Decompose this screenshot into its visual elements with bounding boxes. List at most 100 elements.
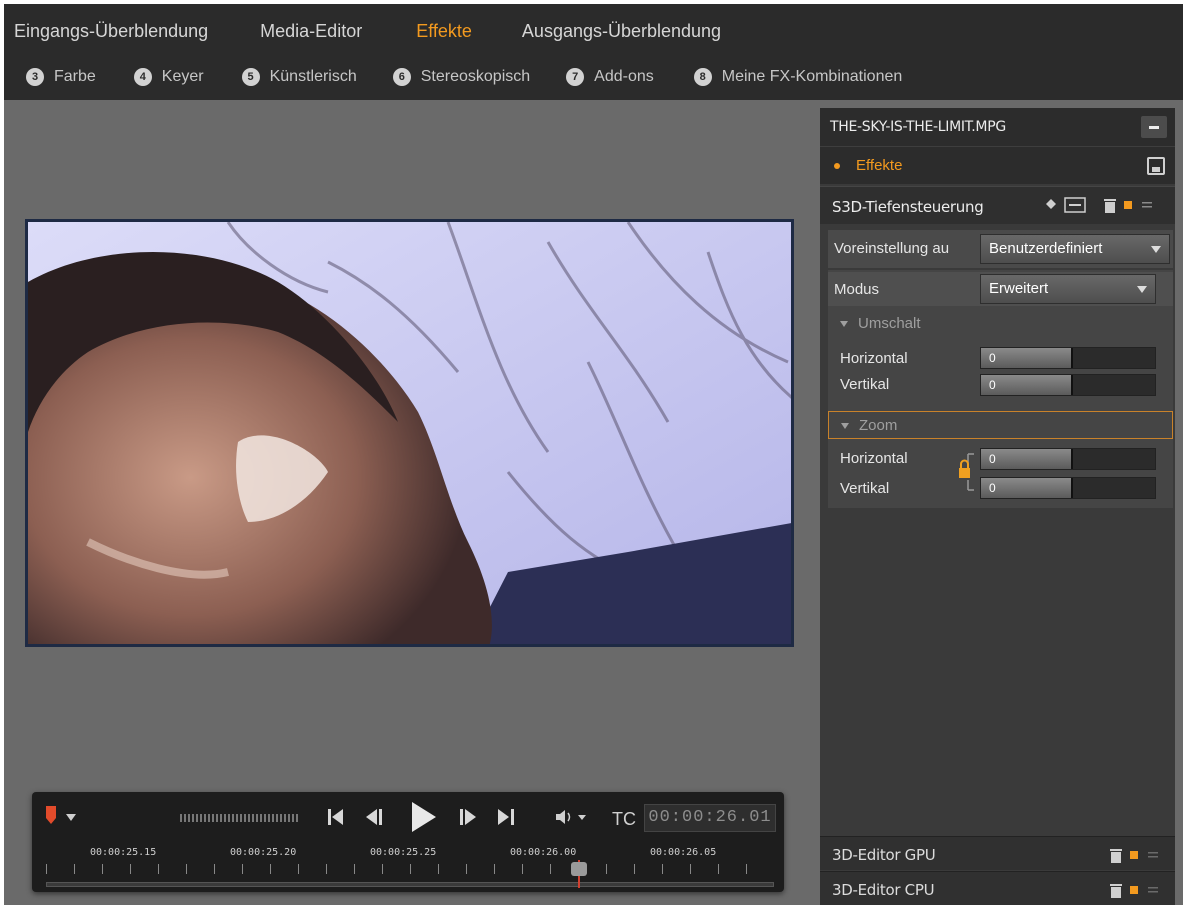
section-zoom[interactable]: Zoom xyxy=(828,411,1173,439)
timeline-label: 00:00:25.15 xyxy=(90,847,157,858)
trash-icon[interactable] xyxy=(1110,847,1122,863)
category-number: 7 xyxy=(566,68,585,86)
playhead-handle[interactable] xyxy=(571,862,587,876)
category-number: 5 xyxy=(241,68,260,86)
effects-label: Effekte xyxy=(856,157,903,174)
timecode-display[interactable]: 00:00:26.01 xyxy=(644,804,776,832)
timeline-label: 00:00:25.20 xyxy=(230,847,297,858)
slider-value: 0 xyxy=(989,481,996,495)
tab-eingangs-ueberblendung[interactable]: Eingangs-Überblendung xyxy=(4,18,236,44)
category-add-ons[interactable]: 7 Add-ons xyxy=(566,64,654,90)
effects-panel: THE-SKY-IS-THE-LIMIT.MPG Effekte S3D-Tie… xyxy=(820,108,1175,905)
zoom-horizontal-label: Horizontal xyxy=(840,450,908,467)
video-preview[interactable] xyxy=(25,219,794,647)
shuttle-control[interactable] xyxy=(180,814,300,822)
collapse-triangle-icon xyxy=(841,423,849,430)
slider-value: 0 xyxy=(989,351,996,365)
shift-vertical-slider[interactable]: 0 xyxy=(980,374,1156,396)
category-number: 6 xyxy=(392,68,411,86)
skip-start-icon[interactable] xyxy=(328,808,344,826)
category-label: Stereoskopisch xyxy=(420,68,531,85)
timeline-label: 00:00:26.00 xyxy=(510,847,577,858)
transport-bar: TC 00:00:26.01 00:00:25.15 00:00:25.20 0… xyxy=(32,792,784,892)
zoom-vertical-slider[interactable]: 0 xyxy=(980,477,1156,499)
mode-label: Modus xyxy=(834,281,880,298)
chevron-down-icon xyxy=(1137,286,1147,293)
volume-icon[interactable] xyxy=(556,809,588,825)
bullet-icon xyxy=(834,163,840,169)
app-window: Eingangs-Überblendung Media-Editor Effek… xyxy=(4,4,1183,905)
shift-horizontal-slider[interactable]: 0 xyxy=(980,347,1156,369)
category-label: Meine FX-Kombinationen xyxy=(721,68,903,85)
drag-handle-icon[interactable] xyxy=(1142,202,1152,208)
trash-icon[interactable] xyxy=(1104,197,1116,213)
skip-end-icon[interactable] xyxy=(498,808,514,826)
trash-icon[interactable] xyxy=(1110,882,1122,898)
marker-dropdown-icon[interactable] xyxy=(66,814,76,822)
lock-icon[interactable] xyxy=(958,452,976,492)
slider-value: 0 xyxy=(989,452,996,466)
preset-label: Voreinstellung au xyxy=(834,240,950,257)
category-number: 8 xyxy=(693,68,712,86)
timeline-ruler[interactable] xyxy=(46,864,774,874)
tab-effekte[interactable]: Effekte xyxy=(390,18,498,44)
drag-handle-icon[interactable] xyxy=(1148,852,1158,858)
keyframe-editor-icon[interactable] xyxy=(1064,197,1086,213)
tab-media-editor[interactable]: Media-Editor xyxy=(236,18,390,44)
category-label: Künstlerisch xyxy=(269,68,357,85)
chevron-down-icon xyxy=(1151,246,1161,253)
zoom-vertical-label: Vertikal xyxy=(840,480,890,497)
category-label: Add-ons xyxy=(594,68,654,85)
category-keyer[interactable]: 4 Keyer xyxy=(133,64,204,90)
category-number: 4 xyxy=(133,68,152,86)
collapse-triangle-icon xyxy=(840,321,848,328)
enable-toggle-icon[interactable] xyxy=(1130,851,1138,859)
section-umschalt[interactable]: Umschalt xyxy=(828,310,1173,338)
save-icon[interactable] xyxy=(1147,157,1165,175)
shift-vertical-label: Vertikal xyxy=(840,376,890,393)
mode-value: Erweitert xyxy=(989,280,1049,297)
category-tabs: 3 Farbe 4 Keyer 5 Künstlerisch 6 Stereoskopi… xyxy=(4,64,902,90)
zoom-horizontal-slider[interactable]: 0 xyxy=(980,448,1156,470)
slider-center-tick xyxy=(1071,348,1073,368)
category-farbe[interactable]: 3 Farbe xyxy=(26,64,96,90)
section-label: Zoom xyxy=(859,417,898,434)
effect-name: 3D-Editor CPU xyxy=(832,881,935,899)
mode-dropdown[interactable]: Erweitert xyxy=(980,274,1156,304)
clip-header: THE-SKY-IS-THE-LIMIT.MPG xyxy=(820,108,1175,146)
clip-filename: THE-SKY-IS-THE-LIMIT.MPG xyxy=(830,119,1006,135)
collapse-button[interactable] xyxy=(1141,116,1167,138)
preset-dropdown[interactable]: Benutzerdefiniert xyxy=(980,234,1170,264)
top-header: Eingangs-Überblendung Media-Editor Effek… xyxy=(4,4,1183,100)
category-label: Farbe xyxy=(54,68,96,85)
drag-handle-icon[interactable] xyxy=(1148,887,1158,893)
preset-row: Voreinstellung au Benutzerdefiniert xyxy=(828,230,1173,268)
main-tabs: Eingangs-Überblendung Media-Editor Effek… xyxy=(4,18,733,44)
slider-value: 0 xyxy=(989,378,996,392)
timeline-scrollbar[interactable] xyxy=(46,882,774,887)
video-frame-image xyxy=(28,222,791,644)
timeline-label: 00:00:26.05 xyxy=(650,847,717,858)
effect-header[interactable]: S3D-Tiefensteuerung xyxy=(820,186,1175,224)
tab-ausgangs-ueberblendung[interactable]: Ausgangs-Überblendung xyxy=(498,18,733,44)
effect-name: 3D-Editor GPU xyxy=(832,846,936,864)
keyframe-icon[interactable] xyxy=(1046,199,1056,209)
minus-icon xyxy=(1149,126,1159,129)
category-meine-fx-kombinationen[interactable]: 8 Meine FX-Kombinationen xyxy=(693,64,903,90)
enable-toggle-icon[interactable] xyxy=(1130,886,1138,894)
effect-name: S3D-Tiefensteuerung xyxy=(832,198,984,216)
category-kuenstlerisch[interactable]: 5 Künstlerisch xyxy=(241,64,357,90)
step-back-icon[interactable] xyxy=(366,808,382,826)
effect-row-cpu[interactable]: 3D-Editor CPU xyxy=(820,871,1175,905)
effect-row-gpu[interactable]: 3D-Editor GPU xyxy=(820,836,1175,870)
slider-center-tick xyxy=(1071,449,1073,469)
step-forward-icon[interactable] xyxy=(460,808,476,826)
play-icon[interactable] xyxy=(412,802,436,832)
timeline-label: 00:00:25.25 xyxy=(370,847,437,858)
effects-header[interactable]: Effekte xyxy=(820,146,1175,184)
slider-center-tick xyxy=(1071,478,1073,498)
timecode-label: TC xyxy=(612,809,636,829)
marker-icon[interactable] xyxy=(44,806,58,826)
category-stereoskopisch[interactable]: 6 Stereoskopisch xyxy=(392,64,531,90)
enable-toggle-icon[interactable] xyxy=(1124,201,1132,209)
